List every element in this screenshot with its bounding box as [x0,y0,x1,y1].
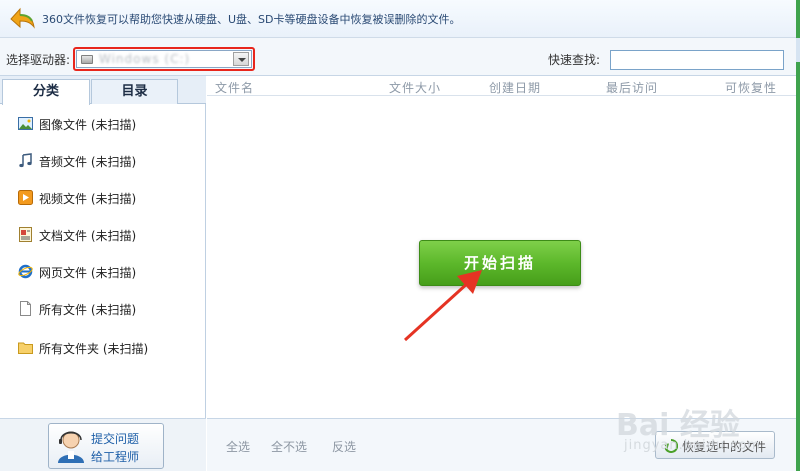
quick-search-input[interactable] [610,50,784,70]
right-edge-strip [796,0,800,471]
engineer-button-line2: 给工程师 [91,450,140,464]
category-item-video[interactable]: 视频文件 (未扫描) [18,189,198,207]
category-item-all-folders[interactable]: 所有文件夹 (未扫描) [18,339,198,357]
toolbar: 选择驱动器: Windows (C:) 快速查找: [0,38,796,76]
submit-to-engineer-button[interactable]: 提交问题 给工程师 [48,423,164,469]
drive-select[interactable]: Windows (C:) [76,50,252,68]
file-list-header: 文件名 文件大小 创建日期 最后访问 可恢复性 [207,76,796,96]
select-none-link[interactable]: 全不选 [271,438,307,455]
select-all-link[interactable]: 全选 [226,438,250,455]
file-list-footer: 全选 全不选 反选 恢复选中的文件 [207,418,796,471]
app-banner: 360文件恢复可以帮助您快速从硬盘、U盘、SD卡等硬盘设备中恢复被误删除的文件。 [0,0,796,38]
category-label: 所有文件 (未扫描) [39,303,137,317]
app-logo-icon [10,7,35,29]
engineer-button-line1: 提交问题 [91,432,140,446]
chevron-down-icon[interactable] [233,52,249,66]
drive-label: 选择驱动器: [6,53,71,67]
column-header-size[interactable]: 文件大小 [389,79,441,96]
engineer-avatar-icon [58,431,84,463]
tab-bar: 分类 目录 [0,76,206,105]
restore-selected-button[interactable]: 恢复选中的文件 [655,431,775,459]
engineer-area: 提交问题 给工程师 [0,418,206,471]
category-item-image[interactable]: 图像文件 (未扫描) [18,115,198,133]
column-header-name[interactable]: 文件名 [215,79,254,96]
category-item-webpage[interactable]: 网页文件 (未扫描) [18,263,198,281]
start-scan-button[interactable]: 开始扫描 [419,240,581,286]
category-label: 图像文件 (未扫描) [39,118,137,132]
invert-selection-link[interactable]: 反选 [332,438,356,455]
category-label: 音频文件 (未扫描) [39,155,137,169]
image-icon [18,117,33,130]
file-icon [20,301,31,316]
restore-button-label: 恢复选中的文件 [682,440,767,454]
column-header-recoverability[interactable]: 可恢复性 [725,79,777,96]
category-label: 视频文件 (未扫描) [39,192,137,206]
category-item-audio[interactable]: 音频文件 (未扫描) [18,152,198,170]
ie-icon [18,264,33,279]
folder-icon [18,342,33,354]
music-note-icon [19,153,32,168]
document-icon [19,227,32,242]
category-label: 所有文件夹 (未扫描) [39,342,149,356]
app-description: 360文件恢复可以帮助您快速从硬盘、U盘、SD卡等硬盘设备中恢复被误删除的文件。 [42,13,461,26]
video-icon [18,190,33,205]
category-label: 文档文件 (未扫描) [39,229,137,243]
drive-select-value: Windows (C:) [99,52,191,66]
right-edge-gap [796,38,800,62]
column-header-accessed[interactable]: 最后访问 [606,79,658,96]
category-item-document[interactable]: 文档文件 (未扫描) [18,226,198,244]
tab-directory[interactable]: 目录 [91,79,178,104]
column-header-created[interactable]: 创建日期 [489,79,541,96]
tab-category[interactable]: 分类 [2,79,90,105]
restore-icon [664,439,678,453]
quick-search-label: 快速查找: [548,53,601,67]
file-list-panel: 文件名 文件大小 创建日期 最后访问 可恢复性 开始扫描 全选 全不选 反选 恢… [207,76,796,471]
category-item-all-files[interactable]: 所有文件 (未扫描) [18,300,198,318]
category-label: 网页文件 (未扫描) [39,266,137,280]
hard-disk-icon [81,55,93,64]
left-panel: 分类 目录 图像文件 (未扫描) 音频文件 (未扫描) 视频文件 (未扫描) 文… [0,76,206,471]
